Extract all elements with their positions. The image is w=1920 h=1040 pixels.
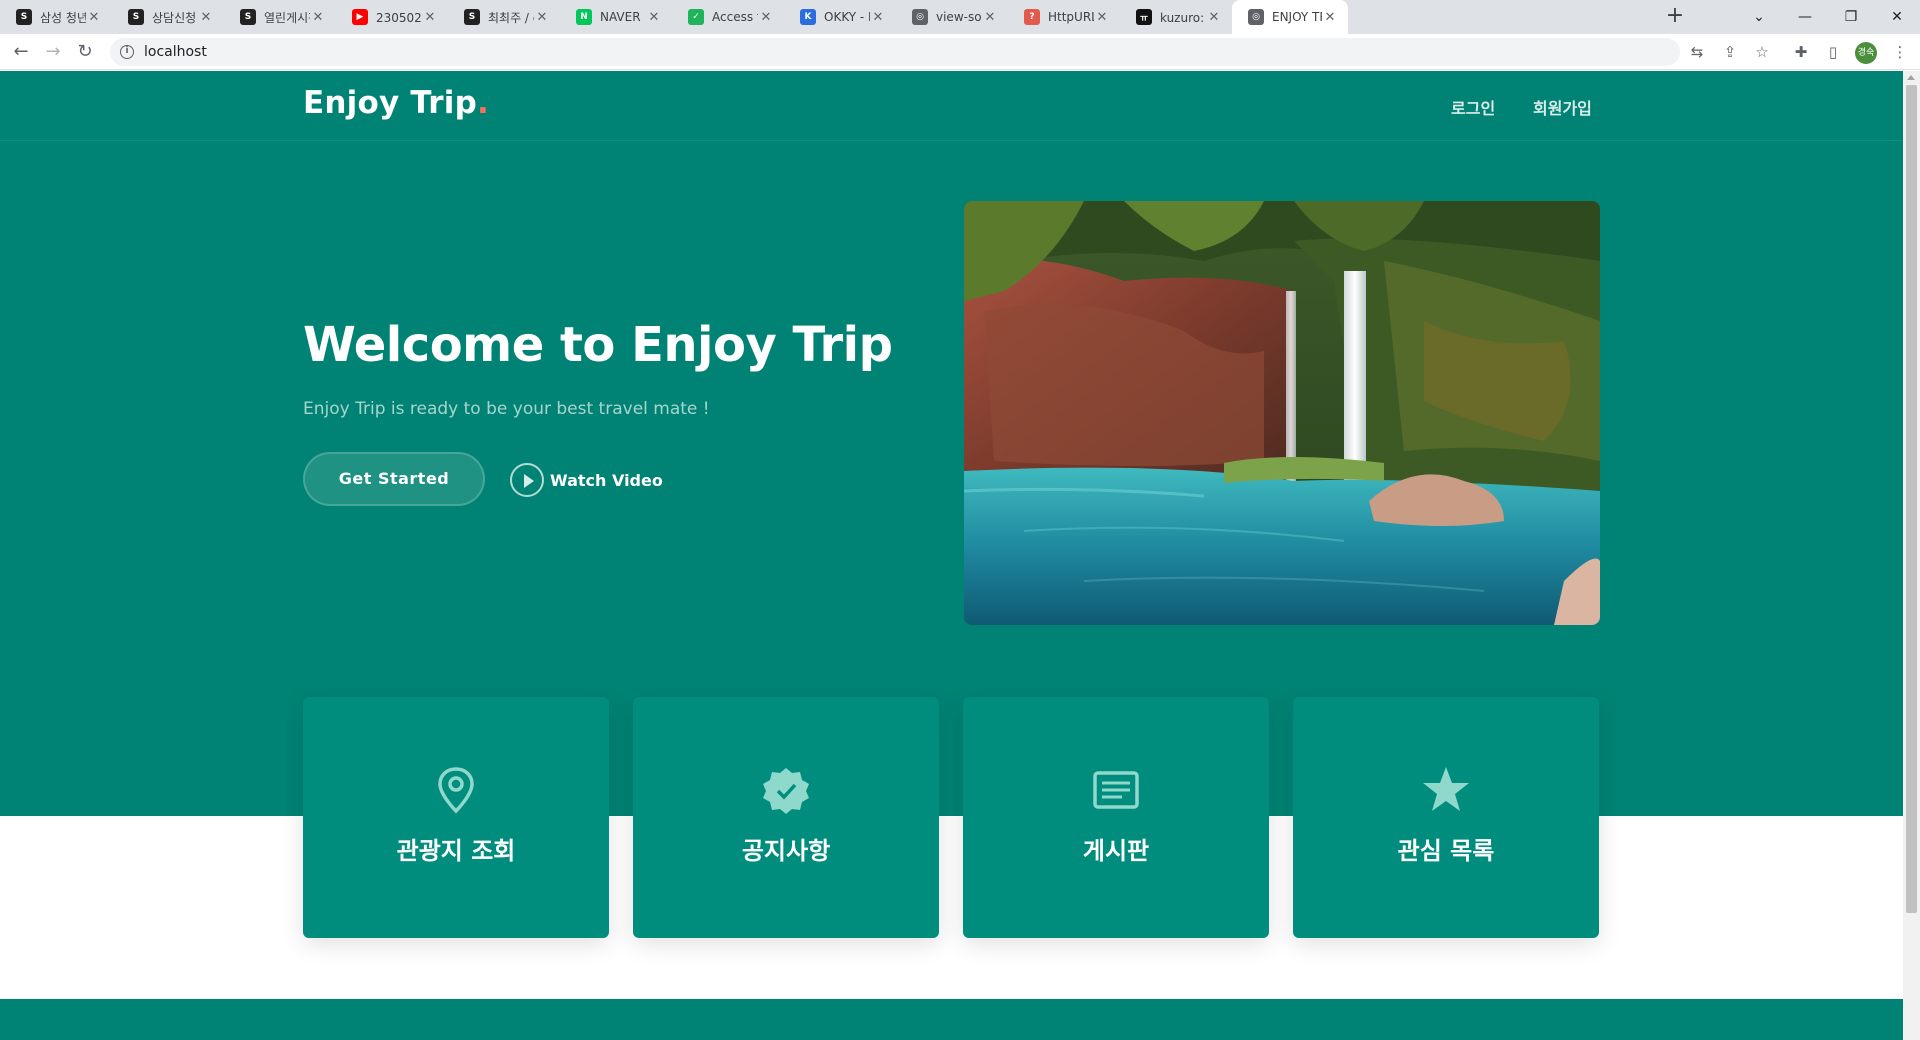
forward-icon[interactable]: → [40, 39, 66, 65]
favicon-icon: K [800, 9, 816, 25]
site-info-icon[interactable]: i [120, 45, 134, 59]
scroll-up-arrow-icon[interactable] [1907, 75, 1915, 80]
feature-card-label: 관광지 조회 [396, 837, 516, 865]
nav-login-link[interactable]: 로그인 [1451, 95, 1495, 119]
feature-card-label: 관심 목록 [1397, 837, 1495, 865]
tab-close-icon[interactable]: ✕ [982, 10, 998, 25]
site-logo[interactable]: Enjoy Trip. [303, 85, 489, 121]
waterfall-photo [964, 201, 1600, 625]
star-icon [1421, 765, 1471, 815]
play-circle-icon [510, 463, 544, 497]
favicon-icon: N [576, 9, 592, 25]
restore-button[interactable]: ❐ [1828, 0, 1874, 34]
browser-toolbar: ← → ↻ i localhost ⇆ ⇪ ☆ ✚ ▯ 경숙 ⋮ [0, 34, 1920, 70]
favicon-icon: ◎ [1248, 9, 1264, 25]
tab-strip: S삼성 청년 SW✕S상담신청✕S열린게시판 <✕▶230502 코딩✕S최최주… [0, 0, 1920, 34]
browser-tab[interactable]: ㅠ kuzuro: 스프✕ [1120, 0, 1232, 34]
tab-title: Access to the [712, 10, 758, 24]
back-icon[interactable]: ← [8, 39, 34, 65]
tab-title: kuzuro: 스프 [1160, 10, 1206, 25]
watch-video-label: Watch Video [550, 470, 663, 490]
address-text[interactable]: localhost [144, 44, 207, 60]
browser-tab[interactable]: ◎ view-source:l✕ [896, 0, 1008, 34]
tab-close-icon[interactable]: ✕ [1094, 10, 1110, 25]
tab-close-icon[interactable]: ✕ [86, 10, 102, 25]
extensions-icon[interactable]: ✚ [1791, 42, 1811, 62]
feature-card[interactable]: 게시판 [963, 697, 1269, 938]
scroll-thumb[interactable] [1906, 85, 1917, 913]
hero-title: Welcome to Enjoy Trip [303, 317, 893, 373]
tab-close-icon[interactable]: ✕ [1206, 10, 1222, 25]
tab-close-icon[interactable]: ✕ [646, 10, 662, 25]
minimize-button[interactable]: — [1782, 0, 1828, 34]
reload-icon[interactable]: ↻ [72, 39, 98, 65]
browser-tab[interactable]: ◎ ENJOY TRIP✕ [1232, 0, 1348, 34]
page-scrollbar[interactable] [1903, 71, 1920, 1040]
tab-close-icon[interactable]: ✕ [310, 10, 326, 25]
menu-kebab-icon[interactable]: ⋮ [1890, 42, 1910, 62]
new-tab-button[interactable]: + [1662, 4, 1688, 30]
tab-close-icon[interactable]: ✕ [870, 10, 886, 25]
favicon-icon: ▶ [352, 9, 368, 25]
feature-card[interactable]: 관심 목록 [1293, 697, 1599, 938]
side-panel-icon[interactable]: ▯ [1823, 42, 1843, 62]
tab-title: 상담신청 [152, 10, 197, 25]
tab-search-icon[interactable]: ⌄ [1736, 0, 1782, 34]
get-started-button[interactable]: Get Started [303, 452, 485, 506]
logo-dot: . [477, 85, 489, 121]
nav-signup-link[interactable]: 회원가입 [1533, 95, 1592, 119]
favicon-icon: ◎ [912, 9, 928, 25]
map-pin-icon [431, 765, 481, 815]
tab-title: view-source:l [936, 10, 982, 24]
tab-title: NAVER [600, 10, 641, 24]
watch-video-button[interactable]: Watch Video [510, 463, 663, 497]
verified-badge-icon [761, 765, 811, 815]
favicon-icon: ? [1024, 9, 1040, 25]
translate-icon[interactable]: ⇆ [1687, 42, 1707, 62]
favicon-icon: S [240, 9, 256, 25]
browser-tab[interactable]: S 삼성 청년 SW✕ [0, 0, 112, 34]
browser-tab[interactable]: S 최최주 / enjo✕ [448, 0, 560, 34]
tab-title: 삼성 청년 SW [40, 10, 86, 25]
browser-tab[interactable]: N NAVER ✕ [560, 0, 672, 34]
tab-title: HttpURLConn [1048, 10, 1094, 24]
hero-background [0, 71, 1903, 816]
favicon-icon: S [464, 9, 480, 25]
browser-tab[interactable]: S 열린게시판 <✕ [224, 0, 336, 34]
favicon-icon: ✓ [688, 9, 704, 25]
tab-title: ENJOY TRIP [1272, 10, 1322, 24]
tab-title: 230502 코딩 [376, 10, 422, 25]
bookmark-star-icon[interactable]: ☆ [1752, 42, 1772, 62]
message-board-icon [1091, 765, 1141, 815]
page-viewport: Enjoy Trip. 로그인 회원가입 Welcome to Enjoy Tr… [0, 71, 1903, 1040]
browser-tab[interactable]: ? HttpURLConn✕ [1008, 0, 1120, 34]
feature-card[interactable]: 공지사항 [633, 697, 939, 938]
address-bar[interactable]: i localhost [110, 38, 1680, 66]
profile-avatar[interactable]: 경숙 [1855, 42, 1877, 64]
site-header: Enjoy Trip. 로그인 회원가입 [0, 71, 1903, 141]
tab-close-icon[interactable]: ✕ [534, 10, 550, 25]
favicon-icon: S [16, 9, 32, 25]
feature-card-label: 게시판 [1082, 837, 1150, 865]
tab-title: OKKY - Multi [824, 10, 870, 24]
tab-close-icon[interactable]: ✕ [758, 10, 774, 25]
hero-subtitle: Enjoy Trip is ready to be your best trav… [303, 399, 710, 419]
browser-tab[interactable]: S 상담신청 ✕ [112, 0, 224, 34]
close-window-button[interactable]: ✕ [1874, 0, 1920, 34]
browser-tab[interactable]: K OKKY - Multi✕ [784, 0, 896, 34]
tab-title: 최최주 / enjo [488, 10, 534, 25]
favicon-icon: ㅠ [1136, 9, 1152, 25]
favicon-icon: S [128, 9, 144, 25]
tab-title: 열린게시판 < [264, 10, 310, 25]
tab-close-icon[interactable]: ✕ [422, 10, 438, 25]
logo-text[interactable]: Enjoy Trip [303, 85, 477, 121]
footer-band [0, 999, 1903, 1040]
tab-close-icon[interactable]: ✕ [1322, 10, 1338, 25]
browser-tab[interactable]: ✓ Access to the✕ [672, 0, 784, 34]
share-icon[interactable]: ⇪ [1720, 42, 1740, 62]
feature-card-label: 공지사항 [741, 837, 831, 865]
browser-tab[interactable]: ▶ 230502 코딩✕ [336, 0, 448, 34]
tab-close-icon[interactable]: ✕ [198, 10, 214, 25]
feature-card[interactable]: 관광지 조회 [303, 697, 609, 938]
